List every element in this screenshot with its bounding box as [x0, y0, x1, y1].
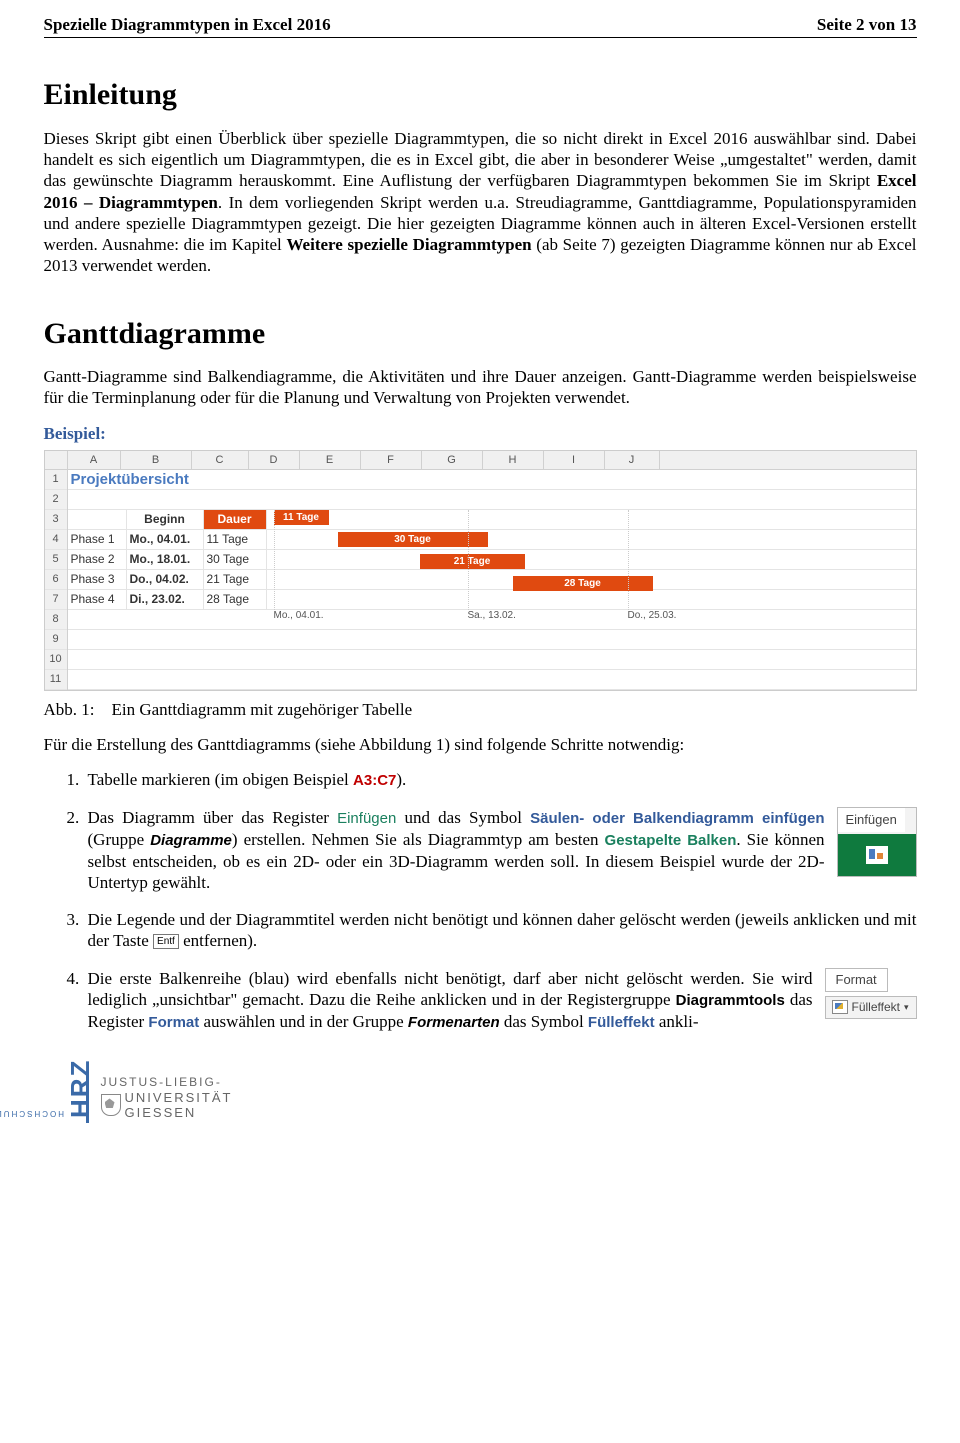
ribbon-tab-label: Einfügen: [838, 808, 905, 832]
steps-intro: Für die Erstellung des Ganttdiagramms (s…: [44, 734, 917, 755]
step-2: Das Diagramm über das Register Einfügen …: [84, 807, 917, 893]
ribbon-snippet-format: Format Fülleffekt▾: [825, 968, 917, 1019]
heading-gantt: Ganttdiagramme: [44, 315, 917, 353]
footer-logo: HRZ HOCHSCHULRECHENZENTRUM JUSTUS-LIEBIG…: [44, 1068, 917, 1128]
step-1: Tabelle markieren (im obigen Beispiel A3…: [84, 769, 917, 791]
excel-row-headers: 1 2 3 4 5 6 7 8 9 10 11: [45, 470, 68, 690]
heading-einleitung: Einleitung: [44, 76, 917, 114]
figure-caption: Abb. 1: Ein Ganttdiagramm mit zugehörige…: [44, 699, 917, 720]
university-shield-icon: [101, 1094, 121, 1116]
step-4: Die erste Balkenreihe (blau) wird ebenfa…: [84, 968, 917, 1033]
excel-col-headers: A B C D E F G H I J: [45, 451, 916, 470]
example-label: Beispiel:: [44, 423, 917, 444]
key-entf: Entf: [153, 934, 179, 949]
ribbon-snippet-insert: Einfügen: [837, 807, 917, 877]
sheet-title: Projektübersicht: [68, 470, 252, 489]
step-3: Die Legende und der Diagrammtitel werden…: [84, 909, 917, 952]
steps-list: Tabelle markieren (im obigen Beispiel A3…: [44, 769, 917, 1032]
gantt-paragraph: Gantt-Diagramme sind Balkendiagramme, di…: [44, 366, 917, 409]
bar-chart-icon: [866, 846, 888, 864]
paint-bucket-icon: [832, 1000, 848, 1014]
excel-screenshot: A B C D E F G H I J 1 2 3 4 5 6 7 8 9 10…: [44, 450, 917, 691]
ribbon-tab-label: Format: [825, 968, 888, 992]
page-header: Spezielle Diagrammtypen in Excel 2016 Se…: [44, 14, 917, 38]
gantt-chart: 11 Tage 30 Tage 21 Tage 28 Tage Mo., 04.…: [268, 510, 910, 640]
jlu-logo: JUSTUS-LIEBIG- UNIVERSITÄT GIESSEN: [101, 1075, 233, 1121]
intro-paragraph: Dieses Skript gibt einen Überblick über …: [44, 128, 917, 277]
header-right: Seite 2 von 13: [817, 14, 917, 35]
fill-effect-button: Fülleffekt▾: [825, 996, 917, 1019]
gantt-axis: Mo., 04.01. Sa., 13.02. Do., 25.03.: [268, 610, 910, 630]
hrz-logo: HRZ HOCHSCHULRECHENZENTRUM: [44, 1038, 104, 1068]
header-left: Spezielle Diagrammtypen in Excel 2016: [44, 14, 331, 35]
